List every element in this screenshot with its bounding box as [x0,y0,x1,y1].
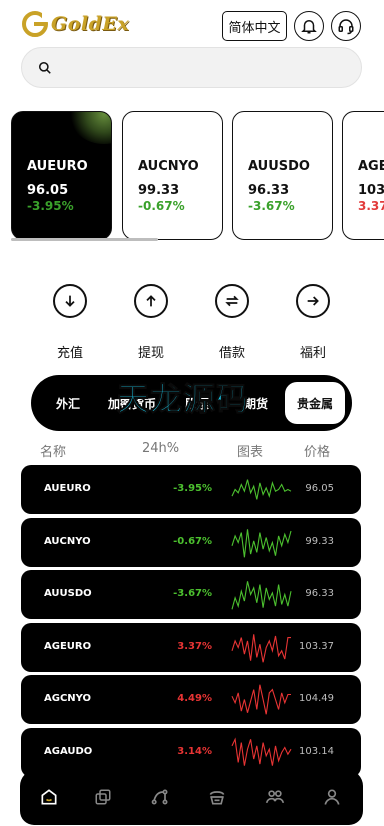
tab-forex[interactable]: 外汇 [47,375,89,431]
ticker-price: 96.33 [248,183,290,198]
sparkline-line [231,581,292,610]
row-change: -3.95% [173,483,212,494]
ticker-change: 3.37% [358,199,384,213]
ticker-card[interactable]: AGEURO 103.37 3.37% [342,111,384,240]
sparkline-line [231,684,291,715]
column-header-change: 24h% [142,441,180,456]
headset-icon [338,19,354,35]
app-header: GoldEx 简体中文 [0,0,384,48]
welfare-action[interactable]: 福利 [283,284,343,361]
row-symbol: AGAUDO [44,746,93,757]
ticker-change: -0.67% [138,199,185,213]
sparkline-line [231,479,292,500]
row-price: 103.37 [299,640,334,652]
exchange-circle-icon [215,284,249,318]
ticker-price: 99.33 [138,183,180,198]
ticker-symbol: AUCNYO [138,159,199,174]
action-label: 福利 [299,346,326,361]
sparkline-chart [231,684,291,715]
support-button[interactable] [331,11,361,41]
action-label: 充值 [56,346,83,361]
row-change: 4.49% [177,693,212,705]
sparkline-chart [231,634,291,663]
row-symbol: AUUSDO [44,588,92,600]
users-icon[interactable] [264,786,286,808]
ticker-symbol: AUEURO [27,159,88,174]
ticker-card[interactable]: AUCNYO 99.33 -0.67% [122,111,223,240]
notification-button[interactable] [294,11,324,41]
column-header-chart: 图表 [237,445,264,460]
profile-icon[interactable] [321,786,343,808]
tab-crypto[interactable]: 加密货币 [104,375,160,431]
arrow-down-circle-icon [53,284,87,318]
sparkline-chart [231,737,292,766]
loan-action[interactable]: 借款 [202,284,262,361]
sparkline-line [231,634,291,663]
row-price: 99.33 [305,535,334,547]
row-symbol: AUCNYO [44,535,91,547]
row-symbol: AGCNYO [44,693,92,705]
search-bar[interactable] [21,47,362,88]
row-price: 103.14 [299,746,334,757]
sparkline-chart [231,479,292,500]
language-selector[interactable]: 简体中文 [222,11,287,41]
row-price: 104.49 [299,693,334,705]
row-change: 3.37% [177,640,212,652]
sparkline-line [231,528,292,557]
row-price: 96.33 [305,588,334,600]
market-category-tabs: 外汇 加密货币 股票 期货 贵金属 [31,375,352,431]
column-header-price: 价格 [304,445,331,460]
deposit-action[interactable]: 充值 [40,284,100,361]
ticker-price: 103.37 [358,183,384,198]
ticker-change: -3.67% [248,199,295,213]
ticker-symbol: AGEURO [358,159,384,174]
table-row[interactable]: AUEURO -3.95% 96.05 [21,465,361,514]
row-price: 96.05 [305,483,334,494]
ticker-carousel[interactable]: AUEURO 96.05 -3.95% AUCNYO 99.33 -0.67% … [0,111,384,241]
copy-icon[interactable] [92,786,114,808]
card-glow [69,112,111,144]
table-row[interactable]: AUCNYO -0.67% 99.33 [21,517,361,567]
carousel-scrollbar[interactable] [11,238,158,241]
tab-futures[interactable]: 期货 [234,375,278,431]
bottom-navigation [20,770,363,825]
wallet-icon[interactable] [206,786,228,808]
table-row[interactable]: AUUSDO -3.67% 96.33 [21,570,361,620]
ticker-change: -3.95% [27,199,74,213]
row-symbol: AUEURO [44,483,91,494]
tab-precious-metals[interactable]: 贵金属 [285,382,345,424]
action-label: 借款 [218,346,245,361]
row-change: -3.67% [173,588,212,600]
bell-icon [301,20,317,34]
table-row[interactable]: AGEURO 3.37% 103.37 [21,622,361,672]
share-icon[interactable] [149,786,171,808]
row-symbol: AGEURO [44,640,92,652]
withdraw-action[interactable]: 提现 [121,284,181,361]
tab-stocks[interactable]: 股票 [175,375,219,431]
sparkline-chart [231,528,292,557]
brand-logo[interactable]: GoldEx [22,11,129,37]
search-input[interactable] [60,60,340,75]
search-icon [38,61,51,74]
ticker-card[interactable]: AUUSDO 96.33 -3.67% [232,111,333,240]
sparkline-chart [231,581,292,610]
home-icon[interactable] [38,786,60,808]
brand-name: GoldEx [51,13,130,35]
arrow-up-circle-icon [134,284,168,318]
ticker-card[interactable]: AUEURO 96.05 -3.95% [11,111,112,240]
logo-g-icon [22,11,50,37]
row-change: 3.14% [177,746,212,757]
action-label: 提现 [137,346,164,361]
row-change: -0.67% [173,535,212,547]
arrow-right-circle-icon [296,284,330,318]
column-header-name: 名称 [40,445,67,460]
ticker-symbol: AUUSDO [248,159,310,174]
sparkline-line [231,737,292,766]
table-row[interactable]: AGCNYO 4.49% 104.49 [21,675,361,725]
ticker-price: 96.05 [27,183,69,198]
